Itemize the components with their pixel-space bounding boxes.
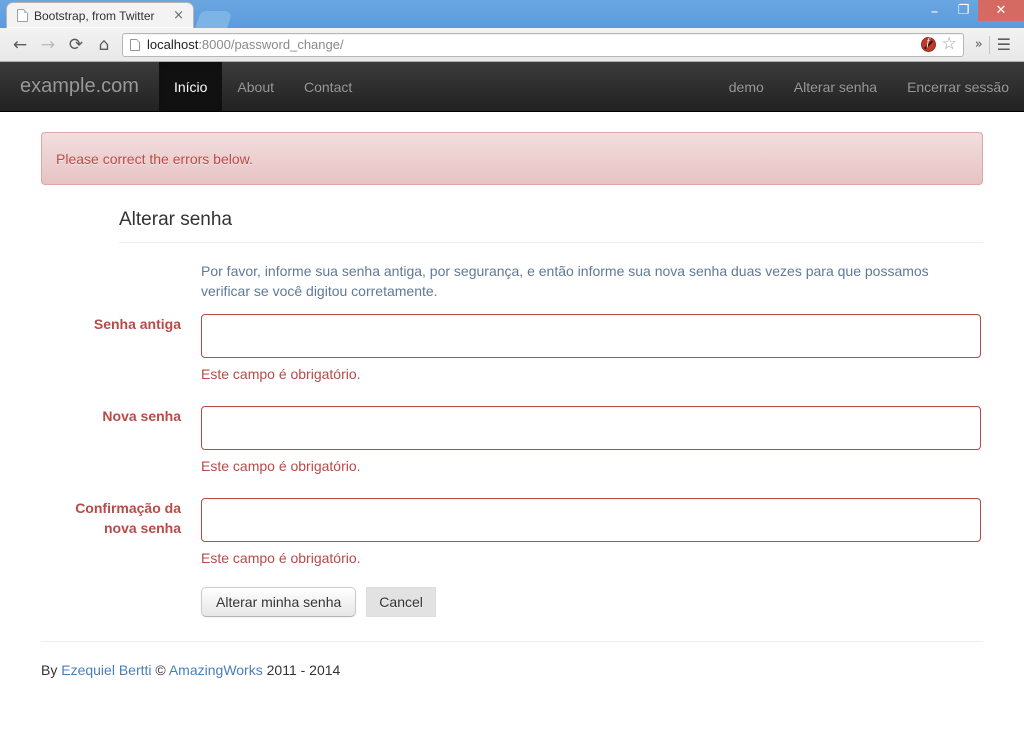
reload-icon[interactable]: ⟳ <box>62 31 90 59</box>
footer-years: 2011 - 2014 <box>262 662 341 678</box>
label-senha-antiga: Senha antiga <box>93 316 181 332</box>
nav-item: Contact <box>289 62 367 111</box>
label-confirmacao-nova-senha: Confirmação da nova senha <box>75 500 181 536</box>
footer-company-link[interactable]: AmazingWorks <box>169 662 263 678</box>
input-senha-antiga[interactable] <box>201 314 981 358</box>
error-senha-antiga: Este campo é obrigatório. <box>201 366 361 382</box>
new-tab-button[interactable] <box>195 11 233 28</box>
nav-item: Início <box>158 62 223 111</box>
help-spacer <box>41 261 201 314</box>
nav-link-inicio[interactable]: Início <box>158 62 223 111</box>
url-host: localhost <box>147 37 199 52</box>
submit-password-button[interactable]: Alterar minha senha <box>201 587 357 617</box>
minimize-button[interactable]: – <box>920 0 949 21</box>
browser-titlebar: Bootstrap, from Twitter × – ❐ ✕ <box>0 0 1024 28</box>
navbar-user-links: demo Alterar senha Encerrar sessão <box>714 62 1024 111</box>
browser-toolbar: ← → ⟳ ⌂ localhost:8000/password_change/ … <box>0 28 1024 62</box>
overflow-chevron-icon[interactable]: » <box>969 37 989 52</box>
footer-credit: By Ezequiel Bertti © AmazingWorks 2011 -… <box>41 660 983 680</box>
browser-window: Bootstrap, from Twitter × – ❐ ✕ ← → ⟳ ⌂ … <box>0 0 1024 738</box>
page-info-icon <box>130 38 140 51</box>
row-spacer <box>41 384 983 406</box>
footer-prefix: By <box>41 662 62 678</box>
bookmark-star-icon[interactable]: ☆ <box>941 36 956 53</box>
url-path: :8000/password_change/ <box>198 37 344 52</box>
form-actions: Alterar minha senha Cancel <box>201 568 983 617</box>
alert-message: Please correct the errors below. <box>56 150 253 167</box>
forward-icon[interactable]: → <box>34 31 62 59</box>
form-actions-row: Alterar minha senha Cancel <box>41 568 983 617</box>
close-tab-icon[interactable]: × <box>170 9 187 22</box>
input-nova-senha[interactable] <box>201 406 981 450</box>
tab-title: Bootstrap, from Twitter <box>34 8 155 23</box>
back-icon[interactable]: ← <box>6 31 34 59</box>
window-controls: – ❐ ✕ <box>920 0 1024 21</box>
nav-item: demo <box>714 62 779 111</box>
password-change-form: Por favor, informe sua senha antiga, por… <box>41 243 983 617</box>
cancel-button[interactable]: Cancel <box>366 587 436 617</box>
page-footer: By Ezequiel Bertti © AmazingWorks 2011 -… <box>41 617 983 680</box>
nav-item: Alterar senha <box>779 62 892 111</box>
close-window-button[interactable]: ✕ <box>978 0 1024 21</box>
nav-item: About <box>222 62 289 111</box>
label-nova-senha: Nova senha <box>102 408 181 424</box>
page-viewport: example.com Início About Contact demo Al… <box>0 62 1024 738</box>
browser-menu-icon[interactable]: ☰ <box>990 35 1018 54</box>
navbar-primary-links: Início About Contact <box>158 62 367 111</box>
form-row-new-password: Nova senha Este campo é obrigatório. <box>41 406 983 476</box>
page-favicon-icon <box>17 9 28 22</box>
nav-link-about[interactable]: About <box>222 62 289 111</box>
nav-link-demo[interactable]: demo <box>714 62 779 111</box>
navbar-brand[interactable]: example.com <box>0 62 159 111</box>
page-container: Please correct the errors below. Alterar… <box>41 132 983 680</box>
actions-spacer <box>41 568 201 617</box>
browser-tab[interactable]: Bootstrap, from Twitter × <box>6 2 194 28</box>
nav-item: Encerrar sessão <box>892 62 1024 111</box>
site-navbar: example.com Início About Contact demo Al… <box>0 62 1024 112</box>
error-alert: Please correct the errors below. <box>41 132 983 185</box>
footer-author-link[interactable]: Ezequiel Bertti <box>61 662 151 678</box>
url-text: localhost:8000/password_change/ <box>147 37 921 52</box>
input-confirmacao-nova-senha[interactable] <box>201 498 981 542</box>
nav-link-contact[interactable]: Contact <box>289 62 367 111</box>
page-header: Alterar senha <box>41 207 983 243</box>
form-help-row: Por favor, informe sua senha antiga, por… <box>41 261 983 314</box>
maximize-button[interactable]: ❐ <box>949 0 978 21</box>
form-row-old-password: Senha antiga Este campo é obrigatório. <box>41 314 983 384</box>
home-icon[interactable]: ⌂ <box>90 31 118 59</box>
address-bar[interactable]: localhost:8000/password_change/ ☆ <box>122 32 964 57</box>
page-title: Alterar senha <box>119 207 983 243</box>
footer-copyright-symbol: © <box>151 662 169 678</box>
error-confirmacao-nova-senha: Este campo é obrigatório. <box>201 550 361 566</box>
footer-divider <box>41 641 983 642</box>
error-nova-senha: Este campo é obrigatório. <box>201 458 361 474</box>
row-spacer <box>41 476 983 498</box>
nav-link-encerrar-sessao[interactable]: Encerrar sessão <box>892 62 1024 111</box>
form-help-text: Por favor, informe sua senha antiga, por… <box>201 263 929 299</box>
blocked-plugin-icon[interactable] <box>921 36 937 52</box>
form-row-confirm-password: Confirmação da nova senha Este campo é o… <box>41 498 983 568</box>
nav-link-alterar-senha[interactable]: Alterar senha <box>779 62 892 111</box>
